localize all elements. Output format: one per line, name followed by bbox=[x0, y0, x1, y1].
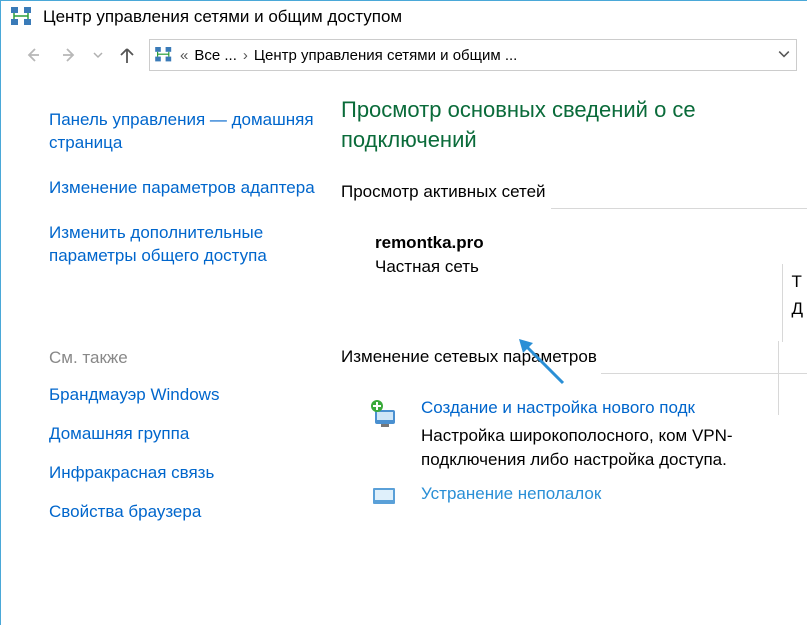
address-bar[interactable]: « Все ... › Центр управления сетями и об… bbox=[149, 39, 797, 71]
nav-up-button[interactable] bbox=[113, 41, 141, 69]
divider bbox=[551, 208, 807, 209]
sidebar-link-infrared[interactable]: Инфракрасная связь bbox=[49, 462, 321, 485]
page-heading: Просмотр основных сведений о се подключе… bbox=[341, 95, 807, 154]
active-networks-title: Просмотр активных сетей bbox=[341, 182, 807, 202]
divider bbox=[778, 341, 779, 415]
sidebar-link-firewall[interactable]: Брандмауэр Windows bbox=[49, 384, 321, 407]
annotation-arrow-icon bbox=[513, 333, 573, 397]
titlebar: Центр управления сетями и общим доступом bbox=[1, 1, 807, 35]
window-title: Центр управления сетями и общим доступом bbox=[43, 7, 402, 27]
new-connection-item: Создание и настройка нового подк Настрой… bbox=[341, 398, 807, 472]
sidebar-link-adapter[interactable]: Изменение параметров адаптера bbox=[49, 177, 321, 200]
content: Панель управления — домашняя страница Из… bbox=[1, 81, 807, 549]
troubleshoot-link[interactable]: Устранение неполалок bbox=[421, 484, 807, 504]
sidebar-link-home[interactable]: Панель управления — домашняя страница bbox=[49, 109, 321, 155]
sidebar-link-browser[interactable]: Свойства браузера bbox=[49, 501, 321, 524]
new-connection-link[interactable]: Создание и настройка нового подк bbox=[421, 398, 807, 418]
address-dropdown-icon[interactable] bbox=[778, 47, 790, 64]
cutoff-text: Т bbox=[791, 268, 803, 295]
network-type: Частная сеть bbox=[375, 257, 807, 277]
breadcrumb-segment[interactable]: Все ... bbox=[194, 47, 237, 64]
troubleshoot-item: Устранение неполалок bbox=[341, 484, 807, 510]
chevron-left-icon[interactable]: « bbox=[178, 47, 190, 64]
new-connection-icon bbox=[369, 398, 403, 472]
nav-back-button[interactable] bbox=[19, 41, 47, 69]
sidebar-link-homegroup[interactable]: Домашняя группа bbox=[49, 423, 321, 446]
divider bbox=[782, 264, 783, 342]
cutoff-text: Д bbox=[791, 295, 803, 322]
chevron-right-icon: › bbox=[241, 47, 250, 64]
troubleshoot-icon bbox=[369, 484, 403, 510]
sidebar-link-sharing[interactable]: Изменить дополнительные параметры общего… bbox=[49, 222, 321, 268]
main-panel: Просмотр основных сведений о се подключе… bbox=[341, 81, 807, 549]
network-entry[interactable]: remontka.pro Частная сеть bbox=[341, 233, 807, 277]
nav-recent-dropdown[interactable] bbox=[91, 41, 105, 69]
change-params-title: Изменение сетевых параметров bbox=[341, 347, 807, 367]
divider bbox=[601, 373, 807, 374]
network-center-icon bbox=[11, 7, 33, 27]
see-also-header: См. также bbox=[49, 348, 321, 368]
network-name: remontka.pro bbox=[375, 233, 807, 253]
nav-forward-button[interactable] bbox=[55, 41, 83, 69]
network-center-icon bbox=[154, 47, 174, 63]
sidebar: Панель управления — домашняя страница Из… bbox=[1, 81, 341, 549]
navbar: « Все ... › Центр управления сетями и об… bbox=[1, 35, 807, 81]
new-connection-desc: Настройка широкополосного, ком VPN-подкл… bbox=[421, 424, 807, 472]
breadcrumb-segment[interactable]: Центр управления сетями и общим ... bbox=[254, 47, 517, 64]
